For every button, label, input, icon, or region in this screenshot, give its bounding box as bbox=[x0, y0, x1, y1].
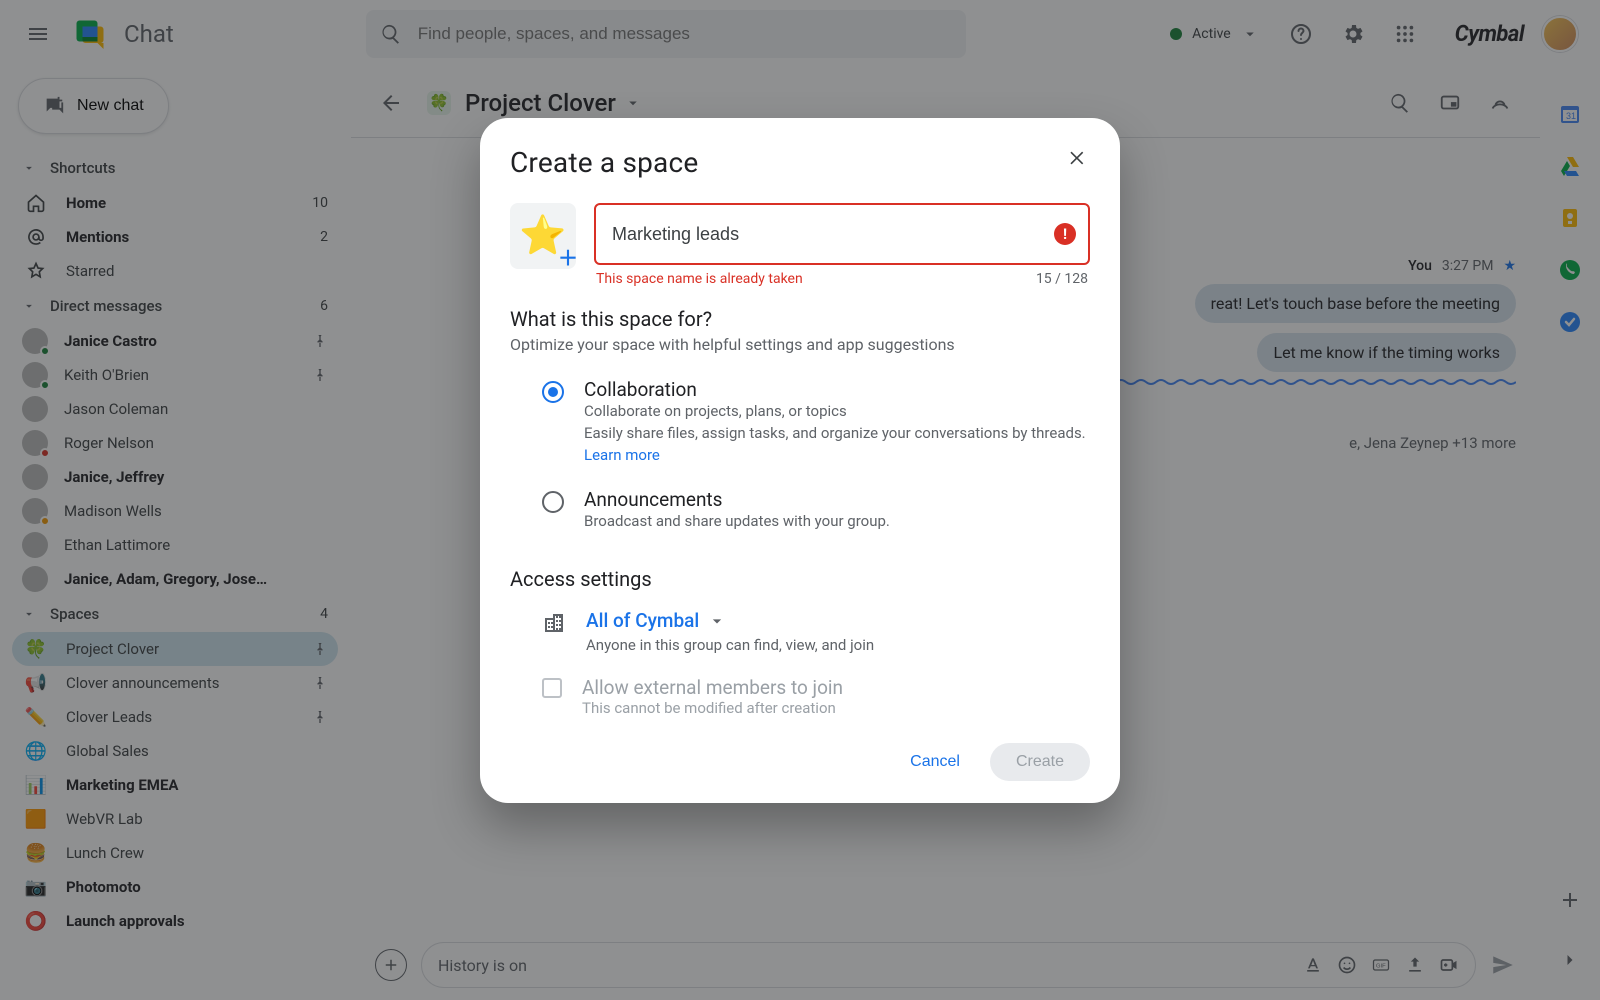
access-heading: Access settings bbox=[510, 567, 1090, 591]
chevron-down-icon bbox=[707, 611, 727, 631]
modal-overlay: Create a space ⭐ ＋ ! This space name is … bbox=[0, 0, 1600, 1000]
create-space-dialog: Create a space ⭐ ＋ ! This space name is … bbox=[480, 118, 1120, 803]
external-label: Allow external members to join bbox=[582, 676, 843, 699]
radio-desc-line: Broadcast and share updates with your gr… bbox=[584, 511, 890, 533]
radio-desc-line: Collaborate on projects, plans, or topic… bbox=[584, 402, 847, 420]
create-button[interactable]: Create bbox=[990, 743, 1090, 781]
radio-button-icon bbox=[542, 381, 564, 403]
radio-button-icon bbox=[542, 491, 564, 513]
purpose-heading: What is this space for? bbox=[510, 307, 1090, 331]
access-scope-label: All of Cymbal bbox=[586, 609, 699, 632]
radio-announcements[interactable]: Announcements Broadcast and share update… bbox=[510, 480, 1090, 547]
plus-icon: ＋ bbox=[558, 242, 578, 271]
close-button[interactable] bbox=[1060, 140, 1096, 176]
access-scope-desc: Anyone in this group can find, view, and… bbox=[586, 636, 874, 654]
char-count: 15 / 128 bbox=[1036, 271, 1088, 287]
allow-external-checkbox: Allow external members to join This cann… bbox=[510, 662, 1090, 725]
dialog-title: Create a space bbox=[510, 146, 1090, 179]
radio-collaboration[interactable]: Collaboration Collaborate on projects, p… bbox=[510, 370, 1090, 480]
cancel-button[interactable]: Cancel bbox=[892, 743, 978, 781]
space-name-input[interactable] bbox=[594, 203, 1090, 265]
external-desc: This cannot be modified after creation bbox=[582, 699, 843, 717]
radio-label: Announcements bbox=[584, 488, 890, 511]
domain-icon bbox=[542, 611, 566, 635]
radio-label: Collaboration bbox=[584, 378, 1086, 401]
close-icon bbox=[1068, 148, 1088, 168]
learn-more-link[interactable]: Learn more bbox=[584, 446, 660, 464]
radio-desc-line: Easily share files, assign tasks, and or… bbox=[584, 424, 1086, 442]
purpose-subheading: Optimize your space with helpful setting… bbox=[510, 335, 1090, 354]
space-emoji-picker[interactable]: ⭐ ＋ bbox=[510, 203, 576, 269]
error-message: This space name is already taken bbox=[596, 271, 803, 287]
access-scope-selector[interactable]: All of Cymbal Anyone in this group can f… bbox=[510, 595, 1090, 662]
checkbox-icon bbox=[542, 678, 562, 698]
error-icon: ! bbox=[1054, 223, 1076, 245]
